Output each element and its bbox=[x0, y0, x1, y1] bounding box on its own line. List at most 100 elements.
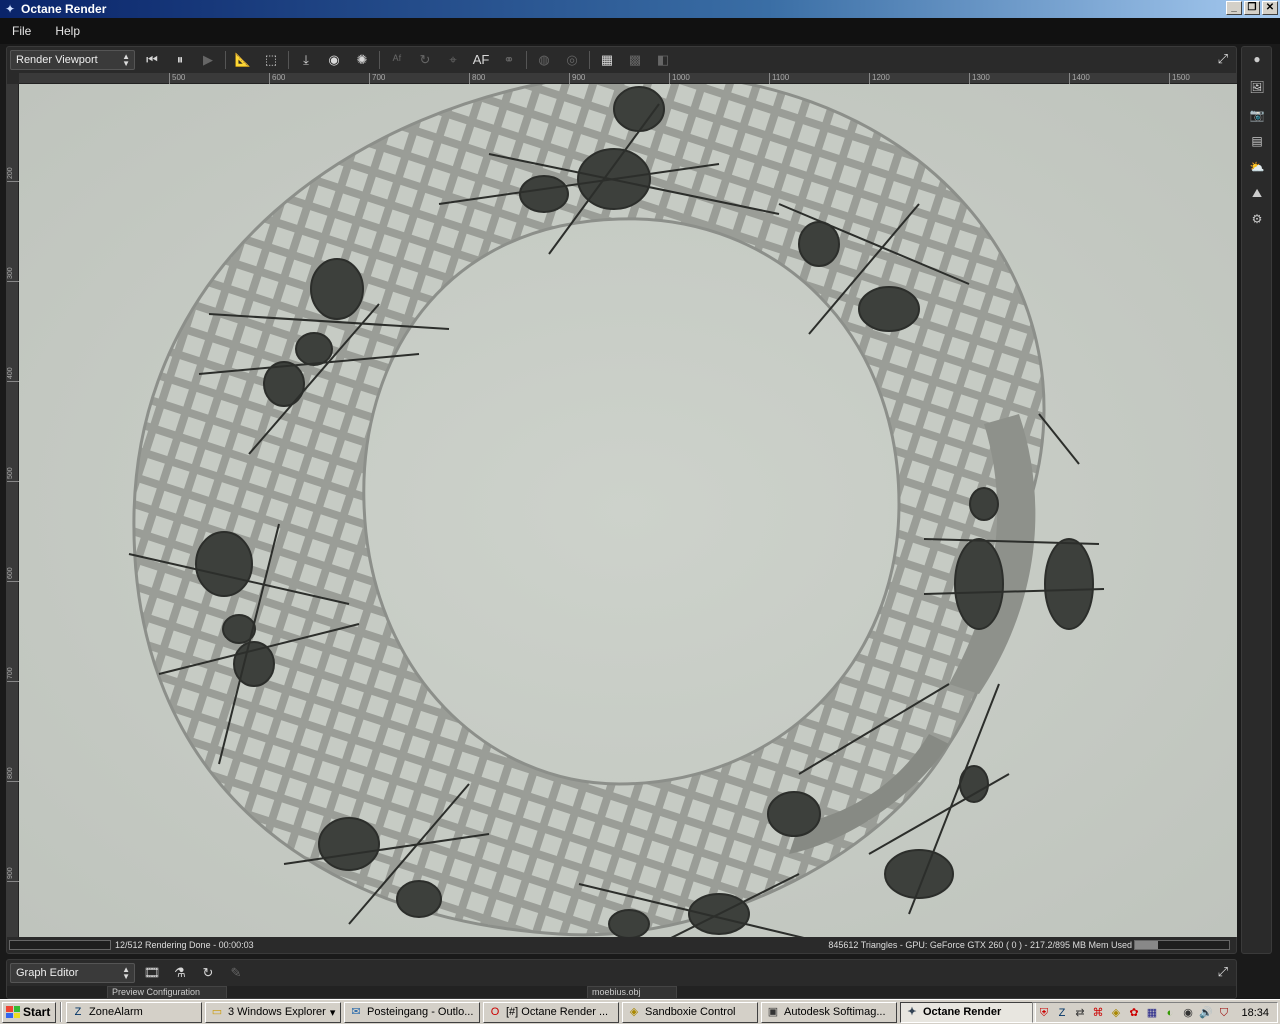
window-controls: _ ❐ ✕ bbox=[1226, 1, 1278, 15]
render-status-bar: 12/512 Rendering Done - 00:00:03 845612 … bbox=[7, 938, 1236, 952]
title-bar[interactable]: ✦ Octane Render _ ❐ ✕ bbox=[0, 0, 1280, 18]
horizontal-ruler: 500 600 700 800 900 1000 1100 1200 1300 … bbox=[19, 73, 1237, 84]
side-toolbar: ● 🖼 📷 ▤ ⛅ ⛰ ⚙ bbox=[1241, 46, 1272, 954]
ruler-tick: 200 bbox=[7, 162, 19, 182]
ruler-tick: 1000 bbox=[669, 73, 690, 84]
zonealarm-tray-icon[interactable]: Z bbox=[1054, 1005, 1070, 1021]
refresh-graph-icon[interactable]: ↻ bbox=[197, 963, 219, 983]
light-icon[interactable]: ✺ bbox=[351, 50, 373, 70]
menu-file[interactable]: File bbox=[12, 24, 31, 38]
refresh-icon[interactable]: ↻ bbox=[414, 50, 436, 70]
image-icon[interactable]: 🖼 bbox=[1249, 79, 1265, 95]
delete-node-icon[interactable]: ✎ bbox=[225, 963, 247, 983]
link-icon[interactable]: ⚭ bbox=[498, 50, 520, 70]
vertical-ruler: 200 300 400 500 600 700 800 900 bbox=[7, 84, 19, 937]
messenger-icon[interactable]: ✿ bbox=[1126, 1005, 1142, 1021]
shield-icon[interactable]: ⛉ bbox=[1216, 1005, 1232, 1021]
render-viewport[interactable] bbox=[19, 84, 1237, 937]
viewport-select[interactable]: Render Viewport ▲ ▼ bbox=[10, 50, 135, 70]
restore-button[interactable]: ❐ bbox=[1244, 1, 1260, 15]
ruler-tick: 700 bbox=[7, 662, 19, 682]
load-mesh-icon[interactable]: 🎞 bbox=[141, 963, 163, 983]
color-picker-icon[interactable]: ◉ bbox=[323, 50, 345, 70]
task-label: Autodesk Softimag... bbox=[784, 1006, 886, 1018]
region-icon[interactable]: ⬚ bbox=[260, 50, 282, 70]
taskbar-item-explorer[interactable]: ▭ 3 Windows Explorer ▾ bbox=[205, 1001, 341, 1023]
panel-options-icon[interactable]: ● bbox=[1249, 51, 1265, 67]
node-inspector-icon[interactable]: ⚙ bbox=[1249, 211, 1265, 227]
taskbar-item-softimage[interactable]: ▣ Autodesk Softimag... bbox=[761, 1001, 897, 1023]
taskbar-item-opera[interactable]: O [#] Octane Render ... bbox=[483, 1001, 619, 1023]
auto-focus-button[interactable]: AF bbox=[470, 50, 492, 70]
reset-view-icon[interactable]: ◎ bbox=[561, 50, 583, 70]
ruler-tick: 700 bbox=[369, 73, 385, 84]
toolbar-separator bbox=[288, 51, 289, 69]
updown-arrows-icon: ▲ ▼ bbox=[122, 52, 130, 68]
play-icon[interactable]: ▶ bbox=[197, 50, 219, 70]
menu-help[interactable]: Help bbox=[55, 24, 80, 38]
graph-node[interactable]: moebius.obj bbox=[587, 986, 677, 998]
material-icon[interactable]: ⚗ bbox=[169, 963, 191, 983]
start-button[interactable]: Start bbox=[2, 1001, 56, 1023]
taskbar-item-sandboxie[interactable]: ◈ Sandboxie Control bbox=[622, 1001, 758, 1023]
settings-panel-icon[interactable]: ▤ bbox=[1249, 133, 1265, 149]
graph-view-select[interactable]: Graph Editor ▲ ▼ bbox=[10, 963, 135, 983]
render-progress-bar bbox=[9, 940, 111, 950]
checker-icon[interactable]: ▩ bbox=[624, 50, 646, 70]
graph-node[interactable]: Preview Configuration bbox=[107, 986, 227, 998]
taskbar-item-zonealarm[interactable]: Z ZoneAlarm bbox=[66, 1001, 202, 1023]
task-label: Posteingang - Outlo... bbox=[367, 1006, 474, 1018]
menu-bar: File Help bbox=[0, 18, 1280, 44]
restart-render-icon[interactable]: ⏮ bbox=[141, 50, 163, 70]
memory-usage-bar bbox=[1134, 940, 1230, 950]
imager-icon[interactable]: ⛰ bbox=[1249, 185, 1265, 201]
app-tray-icon[interactable]: ▦ bbox=[1144, 1005, 1160, 1021]
ruler-tick: 600 bbox=[269, 73, 285, 84]
toolbar-separator bbox=[379, 51, 380, 69]
pause-icon[interactable]: ⏸ bbox=[169, 50, 191, 70]
folder-icon: ▭ bbox=[211, 1006, 223, 1018]
windows-taskbar: Start Z ZoneAlarm ▭ 3 Windows Explorer ▾… bbox=[0, 999, 1280, 1024]
viewport-select-value: Render Viewport bbox=[16, 54, 98, 66]
save-image-icon[interactable]: ⤓ bbox=[295, 50, 317, 70]
task-label: ZoneAlarm bbox=[89, 1006, 143, 1018]
render-info-text: 845612 Triangles - GPU: GeForce GTX 260 … bbox=[828, 940, 1132, 950]
antivirus-icon[interactable]: ⛨ bbox=[1036, 1005, 1052, 1021]
window-title: Octane Render bbox=[21, 2, 107, 16]
octane-app-icon[interactable]: ✦ bbox=[3, 2, 17, 16]
ruler-tick: 800 bbox=[469, 73, 485, 84]
nvidia-icon[interactable]: ◐ bbox=[1162, 1005, 1178, 1021]
toolbar-separator bbox=[526, 51, 527, 69]
pick-focus-icon[interactable]: ⌖ bbox=[442, 50, 464, 70]
app-window: ✦ Octane Render _ ❐ ✕ File Help Render V… bbox=[0, 0, 1280, 1024]
auto-focus-dim-icon[interactable]: ᴬᶠ bbox=[386, 50, 408, 70]
camera-icon[interactable]: 📷 bbox=[1249, 107, 1265, 123]
task-label: Octane Render bbox=[923, 1006, 1002, 1018]
taskbar-item-octane[interactable]: ✦ Octane Render bbox=[900, 1001, 1036, 1023]
ruler-tick: 500 bbox=[169, 73, 185, 84]
toolbar-separator bbox=[225, 51, 226, 69]
opera-icon: O bbox=[490, 1006, 500, 1018]
minimize-button[interactable]: _ bbox=[1226, 1, 1242, 15]
graph-fullscreen-icon[interactable]: ⤢ bbox=[1218, 964, 1228, 980]
fullscreen-icon[interactable]: ⤢ bbox=[1218, 51, 1228, 67]
task-label: 3 Windows Explorer bbox=[228, 1006, 326, 1018]
ruler-icon[interactable]: 📐 bbox=[232, 50, 254, 70]
volume-icon[interactable]: 🔊 bbox=[1198, 1005, 1214, 1021]
lock-view-icon[interactable]: ◍ bbox=[533, 50, 555, 70]
task-label: [#] Octane Render ... bbox=[506, 1006, 609, 1018]
ruler-tick: 600 bbox=[7, 562, 19, 582]
zonealarm-icon: Z bbox=[74, 1006, 82, 1018]
alpha-channel-icon[interactable]: ▦ bbox=[596, 50, 618, 70]
network-icon[interactable]: ⇄ bbox=[1072, 1005, 1088, 1021]
taskbar-item-outlook[interactable]: ✉ Posteingang - Outlo... bbox=[344, 1001, 480, 1023]
graph-view-select-value: Graph Editor bbox=[16, 967, 79, 979]
dvd-icon[interactable]: ◉ bbox=[1180, 1005, 1196, 1021]
close-button[interactable]: ✕ bbox=[1262, 1, 1278, 15]
sandboxie-tray-icon[interactable]: ◈ bbox=[1108, 1005, 1124, 1021]
transparency-icon[interactable]: ◧ bbox=[652, 50, 674, 70]
environment-icon[interactable]: ⛅ bbox=[1249, 159, 1265, 175]
graph-canvas[interactable]: Preview Configuration moebius.obj bbox=[7, 986, 1236, 998]
acrobat-icon[interactable]: ⌘ bbox=[1090, 1005, 1106, 1021]
ruler-tick: 500 bbox=[7, 462, 19, 482]
